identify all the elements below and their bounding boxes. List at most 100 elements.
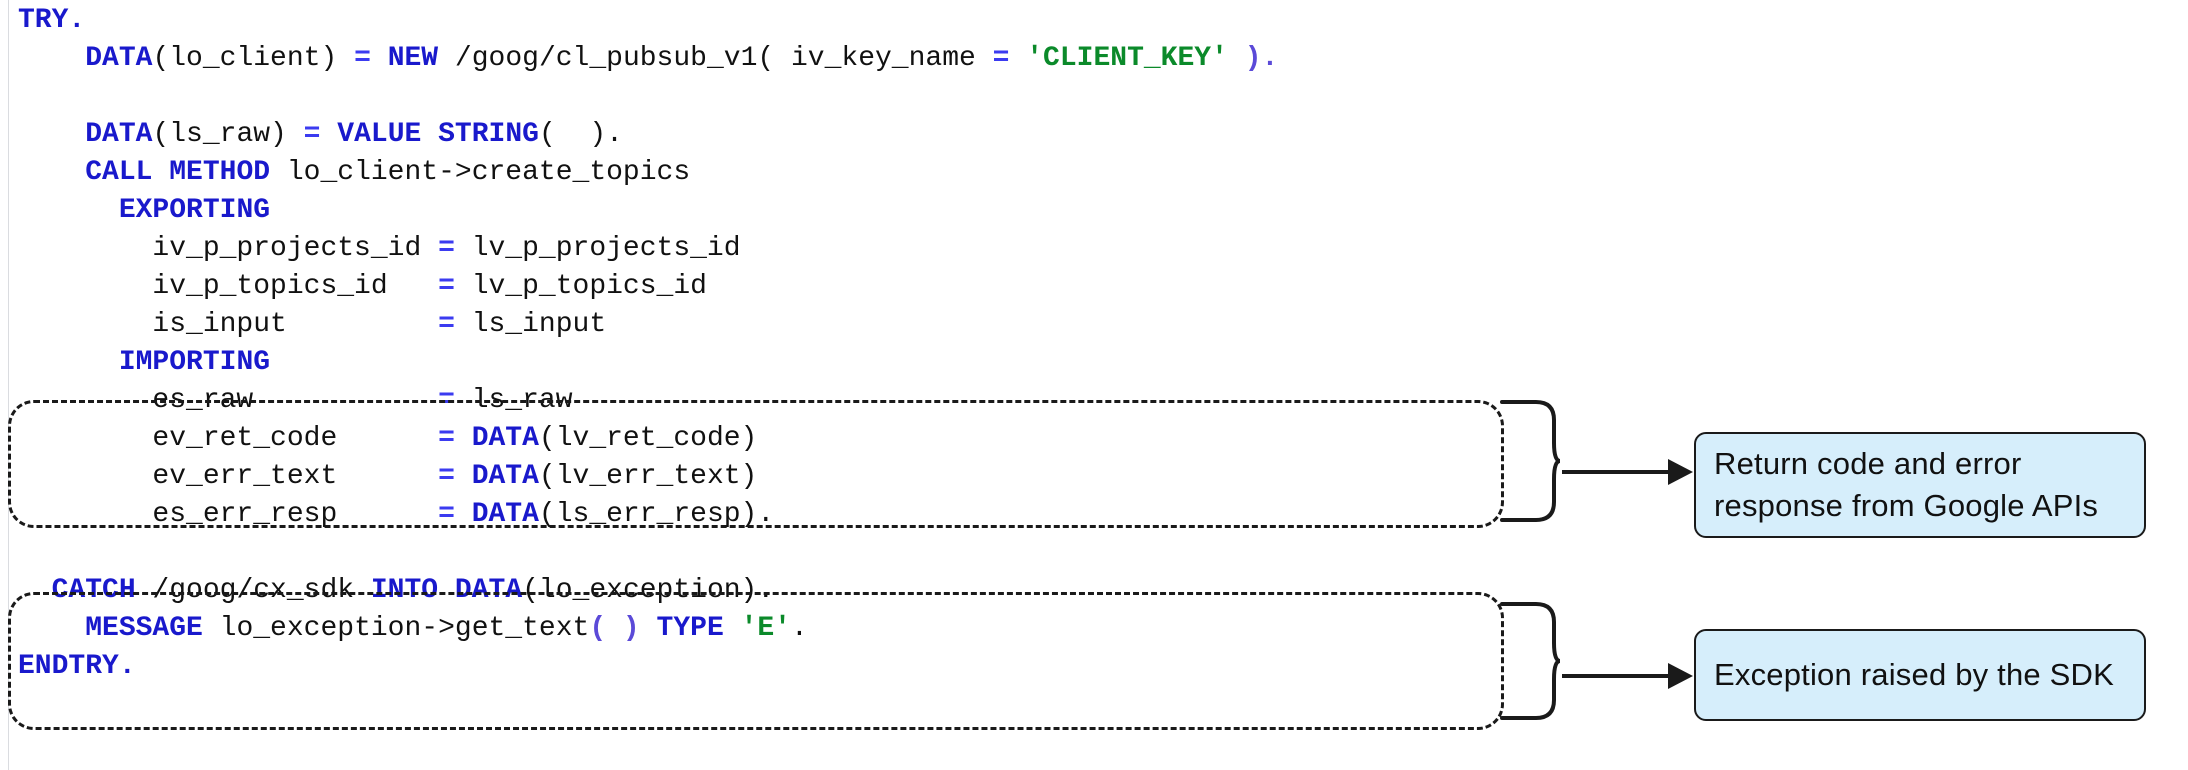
code-token: VALUE [337,119,422,150]
code-editor-pane: TRY. DATA(lo_client) = NEW /goog/cl_pubs… [0,0,1560,770]
code-token: = [438,309,455,340]
code-line[interactable]: CATCH /goog/cx_sdk INTO DATA(lo_exceptio… [18,572,775,610]
code-token: DATA [454,575,523,606]
code-token: . [1261,43,1279,74]
code-token: DATA [471,461,539,492]
code-token: (lv_err_text) [538,461,758,492]
curly-brace-connector [1500,400,1561,522]
code-token: /goog/cx_sdk [135,575,371,606]
code-token: (lo_exception). [522,575,775,606]
code-token: DATA [471,423,539,454]
code-token: = [354,43,371,74]
annotation-callout-line: Return code and error [1714,446,2022,481]
code-token: is_input [18,309,439,340]
curly-brace-connector [1500,602,1561,720]
code-token: 'CLIENT_KEY' [1026,43,1228,74]
code-token: lv_p_topics_id [454,271,707,302]
code-token: ev_ret_code [18,423,439,454]
code-token: lo_client->create_topics [270,157,691,188]
code-annotation-figure: TRY. DATA(lo_client) = NEW /goog/cl_pubs… [0,0,2188,770]
code-line[interactable]: iv_p_projects_id = lv_p_projects_id [18,230,741,268]
code-line[interactable]: IMPORTING [18,344,270,382]
code-token: ( ) [589,613,640,644]
code-token: MESSAGE [85,613,203,644]
code-token: EXPORTING [118,195,271,226]
code-token: ls_raw [454,385,573,416]
editor-gutter-line [8,0,9,770]
code-line[interactable]: MESSAGE lo_exception->get_text( ) TYPE '… [18,610,808,648]
arrow-icon [1562,459,1693,485]
code-token: . [791,613,808,644]
code-token: TYPE [656,613,724,644]
code-token: = [438,271,455,302]
code-token: ) [1227,43,1262,74]
code-line[interactable]: iv_p_topics_id = lv_p_topics_id [18,268,707,306]
code-token: 'E' [740,613,791,644]
code-line[interactable]: es_err_resp = DATA(ls_err_resp). [18,496,774,534]
code-token: IMPORTING [118,347,271,378]
code-token: ( ). [538,119,623,150]
code-token: = [438,423,455,454]
code-token: ls_input [454,309,607,340]
code-token: es_err_resp [18,499,439,530]
code-token: lv_p_projects_id [454,233,741,264]
code-line[interactable] [18,534,35,572]
code-token: = [438,233,455,264]
code-token: ENDTRY. [18,651,136,682]
code-line[interactable]: EXPORTING [18,192,270,230]
code-token: = [438,385,455,416]
annotation-callout-line: Exception raised by the SDK [1714,657,2114,692]
annotation-callout: Exception raised by the SDK [1694,629,2146,721]
code-token: TRY. [18,5,86,36]
code-line[interactable] [18,78,35,116]
code-token: iv_p_topics_id [18,271,439,302]
code-token: (lo_client) [152,43,355,74]
code-line[interactable]: is_input = ls_input [18,306,606,344]
code-token: es_raw [18,385,439,416]
code-line[interactable]: DATA(lo_client) = NEW /goog/cl_pubsub_v1… [18,40,1278,78]
code-token: = [438,499,455,530]
code-line[interactable]: CALL METHOD lo_client->create_topics [18,154,690,192]
code-line[interactable]: es_raw = ls_raw [18,382,573,420]
code-line[interactable]: ev_err_text = DATA(lv_err_text) [18,458,757,496]
code-token: INTO [370,575,439,606]
annotation-callout-text: Exception raised by the SDK [1714,654,2114,696]
code-token: /goog/cl_pubsub_v1( iv_key_name [438,43,993,74]
code-token: DATA [85,119,153,150]
annotation-callout-text: Return code and error response from Googl… [1714,443,2098,527]
code-line[interactable]: DATA(ls_raw) = VALUE STRING( ). [18,116,623,154]
code-token: = [438,461,455,492]
code-token: STRING [438,119,539,150]
annotation-callout: Return code and error response from Googl… [1694,432,2146,538]
code-line[interactable]: ENDTRY. [18,648,136,686]
code-token: (lv_ret_code) [538,423,758,454]
code-token: = [992,43,1010,74]
code-token: CATCH [51,575,136,606]
code-token: CALL METHOD [85,157,271,188]
code-token: iv_p_projects_id [18,233,439,264]
code-line[interactable]: TRY. [18,2,85,40]
code-token: NEW [387,43,439,74]
code-token: lo_exception->get_text [202,613,590,644]
code-line[interactable]: ev_ret_code = DATA(lv_ret_code) [18,420,757,458]
annotation-callout-line: response from Google APIs [1714,488,2099,523]
code-token: (ls_raw) [152,119,304,150]
code-token: (ls_err_resp). [538,499,775,530]
